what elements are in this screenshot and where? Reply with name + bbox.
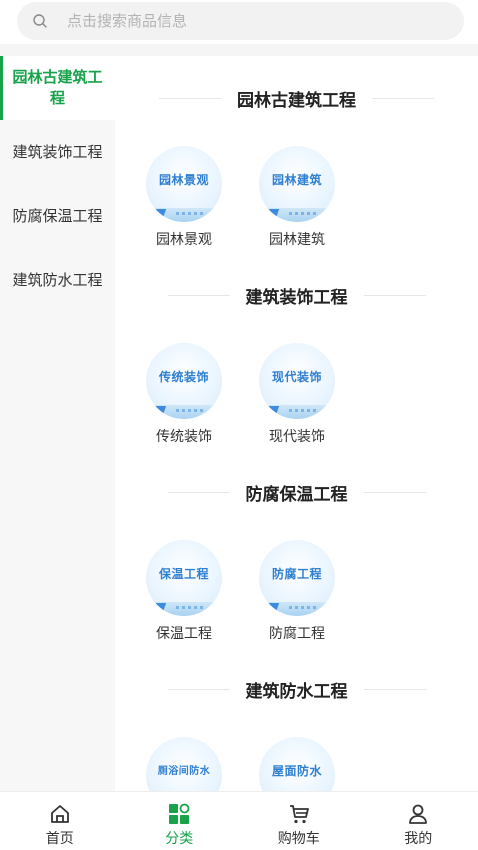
section-title: 园林古建筑工程 — [115, 84, 478, 112]
thumb-text: 园林景观 — [158, 173, 209, 187]
subcategory-list: 厕浴间防水 屋面防水 — [139, 737, 365, 791]
subcategory-item[interactable]: 厕浴间防水 — [139, 737, 229, 791]
tab-mine[interactable]: 我的 — [359, 792, 478, 850]
section-title: 防腐保温工程 — [115, 478, 478, 506]
tab-label: 分类 — [165, 831, 194, 847]
sidebar-item-label: 建筑装饰工程 — [12, 142, 103, 161]
search-placeholder: 点击搜索商品信息 — [67, 12, 188, 30]
sidebar-item-anticorrosion[interactable]: 防腐保温工程 — [0, 184, 115, 248]
subcategory-item[interactable]: 保温工程 保温工程 — [139, 540, 229, 644]
search-icon — [33, 14, 47, 28]
section-title: 建筑防水工程 — [115, 675, 478, 703]
thumb-dots — [289, 409, 319, 412]
title-line — [363, 294, 426, 296]
search-input[interactable]: 点击搜索商品信息 — [17, 2, 464, 40]
sidebar-item-garden-architecture[interactable]: 园林古建筑工程 — [0, 56, 115, 120]
sidebar-item-decoration[interactable]: 建筑装饰工程 — [0, 120, 115, 184]
subcategory-list: 传统装饰 传统装饰 现代装饰 现代装饰 — [139, 343, 365, 447]
tab-label: 我的 — [404, 831, 433, 847]
title-line — [363, 688, 426, 690]
subcategory-label: 防腐工程 — [269, 626, 325, 642]
section-title-text: 建筑装饰工程 — [245, 287, 348, 308]
title-line — [167, 491, 230, 493]
subcategory-label: 园林建筑 — [269, 232, 325, 248]
section-title: 建筑装饰工程 — [115, 281, 478, 309]
category-sidebar: 园林古建筑工程 建筑装饰工程 防腐保温工程 建筑防水工程 — [0, 56, 115, 791]
subcategory-item[interactable]: 屋面防水 — [252, 737, 342, 791]
sidebar-item-label: 防腐保温工程 — [12, 206, 103, 225]
thumb-text: 厕浴间防水 — [157, 766, 211, 777]
category-icon — [169, 803, 190, 824]
title-line — [363, 491, 426, 493]
thumb-dots — [176, 606, 206, 609]
sidebar-item-waterproofing[interactable]: 建筑防水工程 — [0, 248, 115, 312]
divider — [0, 44, 478, 56]
tab-cart[interactable]: 购物车 — [239, 792, 359, 850]
user-icon — [409, 804, 428, 824]
thumb-text: 保温工程 — [158, 567, 209, 581]
home-icon — [50, 805, 69, 823]
subcategory-label: 传统装饰 — [156, 429, 212, 445]
subcategory-image: 保温工程 — [146, 540, 222, 616]
thumb-text: 屋面防水 — [271, 764, 322, 778]
thumb-dots — [289, 212, 319, 215]
cart-icon — [289, 805, 309, 824]
subcategory-label: 现代装饰 — [269, 429, 325, 445]
thumb-text: 传统装饰 — [158, 370, 209, 384]
section-title-text: 园林古建筑工程 — [237, 90, 356, 111]
title-line — [167, 688, 230, 690]
thumb-dots — [176, 212, 206, 215]
subcategory-item[interactable]: 防腐工程 防腐工程 — [252, 540, 342, 644]
thumb-dots — [289, 606, 319, 609]
subcategory-image: 现代装饰 — [259, 343, 335, 419]
thumb-text: 防腐工程 — [271, 567, 322, 581]
thumb-dots — [176, 409, 206, 412]
thumb-text: 现代装饰 — [271, 370, 322, 384]
tab-category[interactable]: 分类 — [120, 792, 240, 850]
subcategory-item[interactable]: 园林景观 园林景观 — [139, 146, 229, 250]
subcategory-label: 保温工程 — [156, 626, 212, 642]
tab-label: 首页 — [45, 831, 74, 847]
subcategory-image: 厕浴间防水 — [146, 737, 222, 791]
subcategory-list: 园林景观 园林景观 园林建筑 园林建筑 — [139, 146, 365, 250]
subcategory-item[interactable]: 传统装饰 传统装饰 — [139, 343, 229, 447]
subcategory-image: 传统装饰 — [146, 343, 222, 419]
section-title-text: 防腐保温工程 — [245, 484, 348, 505]
bottom-tab-bar: 首页 分类 购物车 我的 — [0, 791, 478, 850]
sidebar-item-label: 建筑防水工程 — [12, 270, 103, 289]
subcategory-item[interactable]: 现代装饰 现代装饰 — [252, 343, 342, 447]
tab-label: 购物车 — [277, 831, 320, 847]
subcategory-image: 防腐工程 — [259, 540, 335, 616]
title-line — [372, 97, 434, 99]
subcategory-image: 园林景观 — [146, 146, 222, 222]
subcategory-item[interactable]: 园林建筑 园林建筑 — [252, 146, 342, 250]
tab-home[interactable]: 首页 — [0, 792, 120, 850]
sidebar-item-label: 园林古建筑工程 — [12, 68, 103, 107]
subcategory-label: 园林景观 — [156, 232, 212, 248]
title-line — [159, 97, 221, 99]
subcategory-list: 保温工程 保温工程 防腐工程 防腐工程 — [139, 540, 365, 644]
subcategory-image: 园林建筑 — [259, 146, 335, 222]
subcategory-image: 屋面防水 — [259, 737, 335, 791]
title-line — [167, 294, 230, 296]
thumb-text: 园林建筑 — [271, 173, 322, 187]
search-bar: 点击搜索商品信息 — [0, 0, 478, 44]
category-content: 园林古建筑工程 园林景观 园林景观 园林建筑 园林建筑 建筑装饰工程 传统装饰 … — [115, 56, 478, 791]
section-title-text: 建筑防水工程 — [245, 681, 348, 702]
